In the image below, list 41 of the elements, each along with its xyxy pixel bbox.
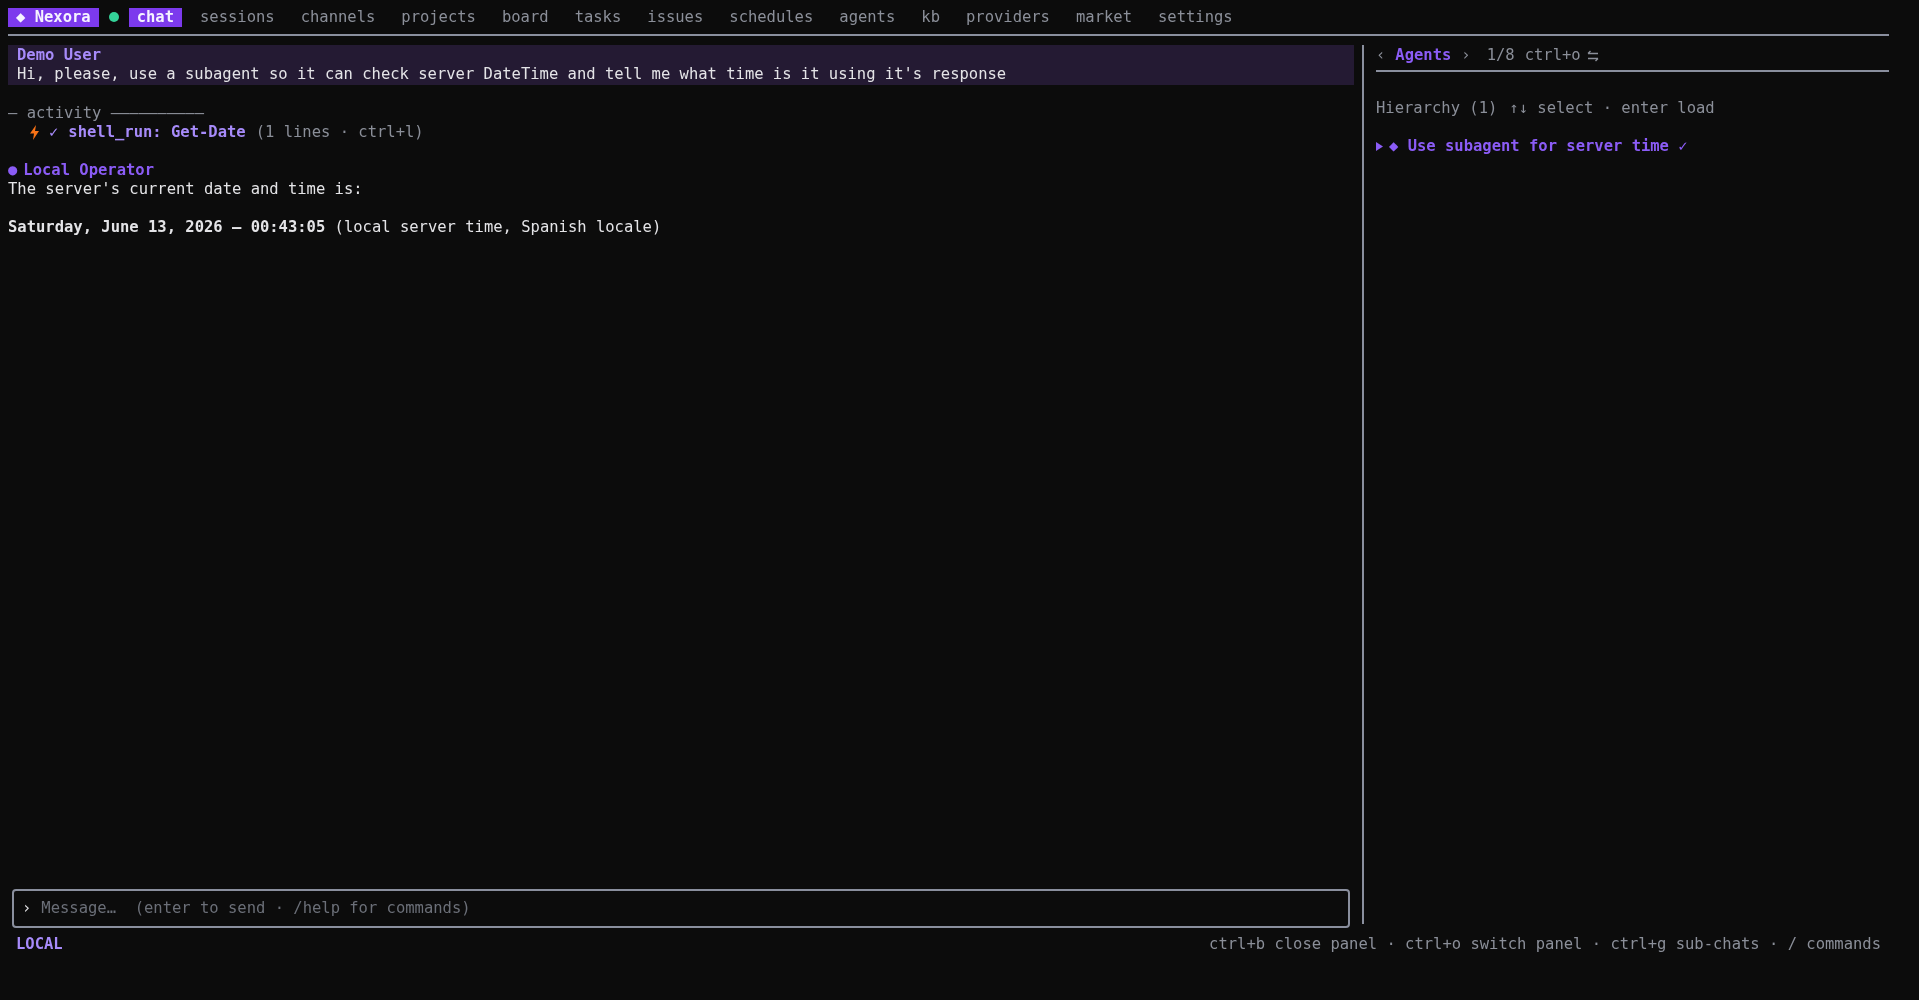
nav-tab[interactable]: market	[1067, 7, 1140, 27]
nav-tab[interactable]: chat	[128, 7, 182, 27]
nav-tab[interactable]: issues	[639, 7, 712, 27]
panel-title: Agents	[1395, 46, 1452, 65]
panel-page-count: 1/8	[1486, 46, 1515, 65]
nav-tab[interactable]: tasks	[566, 7, 630, 27]
previous-panel-button[interactable]: ‹	[1376, 46, 1386, 65]
nav-tab[interactable]: sessions	[192, 7, 283, 27]
activity-heading: — activity ——————————	[8, 104, 205, 123]
tree-item[interactable]: ◆ Use subagent for server time ✓	[1376, 137, 1889, 156]
keyboard-hint: ↑↓ select · enter load	[1509, 99, 1715, 118]
nav-tab[interactable]: kb	[913, 7, 948, 27]
shortcut-hints: ctrl+b close panel · ctrl+o switch panel · ctrl+g sub-chats · / commands	[1209, 934, 1881, 954]
brand-label: ◆ Nexora	[8, 7, 99, 27]
hierarchy-label: Hierarchy (1)	[1376, 99, 1498, 118]
message-text: The server's current date and time is:	[8, 180, 364, 199]
tool-call-detail: (1 lines · ctrl+l)	[255, 123, 424, 142]
next-panel-button[interactable]: ›	[1461, 46, 1471, 65]
message-text: Hi, please, use a subagent so it can check server DateTime and tell me what time is it using it's response	[17, 65, 1008, 84]
message-box[interactable]: › Message… (enter to send · /help for commands)	[12, 889, 1350, 928]
nav-tab[interactable]: channels	[292, 7, 384, 27]
lightning-icon	[30, 125, 39, 140]
message-text: Saturday, June 13, 2026 — 00:43:05 (local server time, Spanish locale)	[8, 218, 663, 237]
tool-call-name[interactable]: shell_run: Get-Date	[68, 123, 246, 142]
mode-label: LOCAL	[16, 934, 63, 954]
nav-tab[interactable]: schedules	[721, 7, 822, 27]
nav-tab[interactable]: agents	[831, 7, 904, 27]
nav-tab[interactable]: settings	[1149, 7, 1241, 27]
nav-tab[interactable]: board	[493, 7, 557, 27]
nav-tab[interactable]: projects	[393, 7, 484, 27]
message-author: Demo User	[17, 46, 102, 65]
switch-arrows-icon	[1586, 49, 1599, 62]
check-mark: ✓	[49, 123, 59, 142]
message-author: Local Operator	[23, 161, 154, 180]
status-dot-icon	[108, 12, 119, 22]
bullet-mark: ●	[8, 161, 18, 180]
prompt-mark: ›	[22, 899, 32, 918]
caret-icon	[1376, 142, 1383, 151]
nav-tab[interactable]: providers	[957, 7, 1058, 27]
panel-shortcut: ctrl+o	[1524, 46, 1581, 65]
message-input-field[interactable]: Message… (enter to send · /help for commands)	[39, 898, 1340, 919]
